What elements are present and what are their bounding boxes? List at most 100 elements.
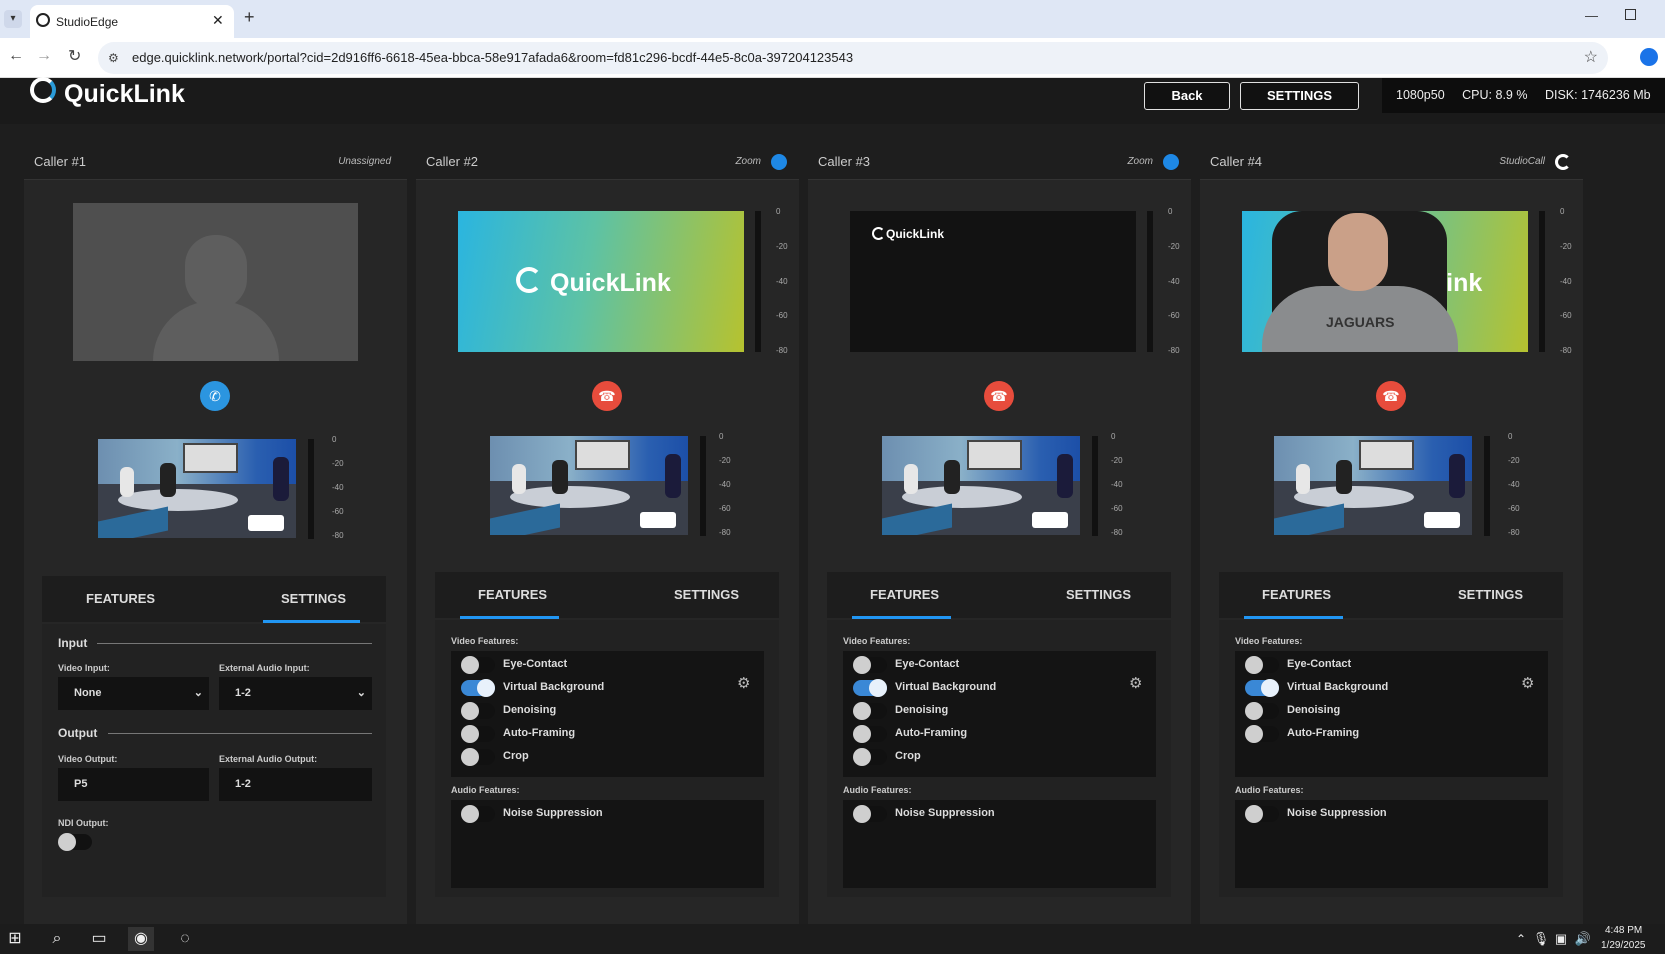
call-button[interactable]: ✆	[200, 381, 230, 411]
search-icon[interactable]: ⌕	[44, 927, 70, 951]
minimize-icon[interactable]: —	[1585, 8, 1598, 23]
gear-icon[interactable]: ⚙	[1129, 674, 1142, 692]
virtual-background-toggle[interactable]	[461, 679, 495, 697]
caller-tabs: FEATURES SETTINGS	[42, 576, 386, 623]
volume-icon[interactable]: 🔊	[1570, 927, 1596, 951]
audio-features-label: Audio Features:	[1235, 785, 1304, 795]
audio-features-label: Audio Features:	[843, 785, 912, 795]
feature-label: Virtual Background	[1287, 681, 1389, 693]
eye-contact-toggle[interactable]	[461, 656, 495, 674]
chevron-down-icon: ⌄	[193, 687, 203, 699]
feature-label: Noise Suppression	[895, 807, 995, 819]
active-tab-indicator	[460, 616, 559, 619]
auto-framing-toggle[interactable]	[853, 725, 887, 743]
tab-list-chevron-icon[interactable]: ▾	[4, 10, 22, 28]
caller-header: Caller #1 Unassigned	[24, 142, 407, 180]
auto-framing-toggle[interactable]	[461, 725, 495, 743]
output-header: Output	[58, 726, 98, 740]
tab-features[interactable]: FEATURES	[1262, 587, 1331, 602]
tab-settings[interactable]: SETTINGS	[1066, 587, 1131, 602]
ndi-output-toggle[interactable]	[58, 833, 92, 851]
tab-features[interactable]: FEATURES	[870, 587, 939, 602]
tab-settings[interactable]: SETTINGS	[674, 587, 739, 602]
video-input-select[interactable]: None ⌄	[58, 677, 209, 710]
quicklink-logo-icon	[30, 77, 56, 103]
return-feed-preview	[98, 439, 296, 538]
denoising-toggle[interactable]	[853, 702, 887, 720]
noise-suppression-toggle[interactable]	[1245, 805, 1279, 823]
noise-suppression-toggle[interactable]	[461, 805, 495, 823]
browser-tab[interactable]: StudioEdge ✕	[30, 5, 234, 38]
address-toolbar: ← → ↻ ⚙ edge.quicklink.network/portal?ci…	[0, 38, 1665, 78]
gear-icon[interactable]: ⚙	[737, 674, 750, 692]
audio-meter	[700, 436, 706, 536]
gear-icon[interactable]: ⚙	[1521, 674, 1534, 692]
external-audio-input-select[interactable]: 1-2 ⌄	[219, 677, 372, 710]
app-header: QuickLink Back SETTINGS 1080p50 CPU: 8.9…	[0, 77, 1665, 124]
video-features-label: Video Features:	[451, 636, 519, 646]
feature-label: Noise Suppression	[1287, 807, 1387, 819]
divider	[108, 733, 372, 734]
hang-up-button[interactable]: ☎	[592, 381, 622, 411]
hang-up-button[interactable]: ☎	[984, 381, 1014, 411]
windows-start-icon[interactable]: ⊞	[2, 927, 28, 951]
hang-up-icon: ☎	[990, 388, 1008, 404]
url-field[interactable]: ⚙ edge.quicklink.network/portal?cid=2d91…	[98, 42, 1608, 74]
reload-icon[interactable]: ↻	[68, 46, 81, 66]
caller-source: Zoom	[1127, 156, 1153, 167]
tab-settings[interactable]: SETTINGS	[281, 591, 346, 606]
eye-contact-toggle[interactable]	[1245, 656, 1279, 674]
tab-title: StudioEdge	[56, 15, 119, 29]
audio-features-list: Noise Suppression	[451, 800, 764, 888]
caller-title: Caller #2	[426, 154, 479, 169]
video-features-label: Video Features:	[1235, 636, 1303, 646]
audio-features-list: Noise Suppression	[1235, 800, 1548, 888]
crop-toggle[interactable]	[461, 748, 495, 766]
video-input-value: None	[74, 687, 102, 699]
active-tab-indicator	[852, 616, 951, 619]
caller-source: Zoom	[735, 156, 761, 167]
forward-arrow-icon[interactable]: →	[36, 47, 52, 65]
denoising-toggle[interactable]	[1245, 702, 1279, 720]
tab-features[interactable]: FEATURES	[478, 587, 547, 602]
chevron-down-icon: ⌄	[356, 687, 366, 699]
caller-source: StudioCall	[1499, 156, 1545, 167]
tab-features[interactable]: FEATURES	[86, 591, 155, 606]
back-button[interactable]: Back	[1144, 82, 1230, 110]
studioedge-app-icon[interactable]: ◌	[172, 927, 198, 951]
caller-title: Caller #4	[1210, 154, 1263, 169]
back-arrow-icon[interactable]: ←	[8, 47, 24, 65]
profile-avatar-icon[interactable]	[1640, 48, 1658, 66]
quicklink-logo-icon	[872, 227, 885, 240]
chrome-icon[interactable]: ◉	[128, 927, 154, 951]
task-view-icon[interactable]: ▭	[86, 927, 112, 951]
hang-up-icon: ☎	[598, 388, 616, 404]
hang-up-icon: ☎	[1382, 388, 1400, 404]
person-face	[1328, 213, 1388, 291]
video-output-label: Video Output:	[58, 754, 118, 764]
virtual-background-toggle[interactable]	[853, 679, 887, 697]
crop-toggle[interactable]	[853, 748, 887, 766]
tab-settings[interactable]: SETTINGS	[1458, 587, 1523, 602]
feature-label: Denoising	[503, 704, 557, 716]
settings-button[interactable]: SETTINGS	[1240, 82, 1359, 110]
settings-panel: Input Video Input: External Audio Input:…	[42, 624, 386, 897]
hang-up-button[interactable]: ☎	[1376, 381, 1406, 411]
feature-label: Auto-Framing	[895, 727, 968, 739]
noise-suppression-toggle[interactable]	[853, 805, 887, 823]
audio-features-list: Noise Suppression	[843, 800, 1156, 888]
eye-contact-toggle[interactable]	[853, 656, 887, 674]
denoising-toggle[interactable]	[461, 702, 495, 720]
caller-tabs: FEATURES SETTINGS	[1219, 572, 1563, 619]
bookmark-star-icon[interactable]: ☆	[1584, 42, 1598, 74]
close-tab-icon[interactable]: ✕	[212, 12, 224, 29]
virtual-background-toggle[interactable]	[1245, 679, 1279, 697]
new-tab-plus-icon[interactable]: +	[244, 7, 255, 28]
placeholder-avatar	[73, 203, 358, 361]
features-panel: Video Features: Eye-Contact Virtual Back…	[1219, 620, 1563, 897]
site-info-icon[interactable]: ⚙	[108, 42, 119, 74]
video-features-list: Eye-Contact Virtual Background Denoising…	[451, 651, 764, 777]
quicklink-favicon-icon	[36, 13, 50, 27]
maximize-icon[interactable]	[1625, 9, 1636, 20]
auto-framing-toggle[interactable]	[1245, 725, 1279, 743]
